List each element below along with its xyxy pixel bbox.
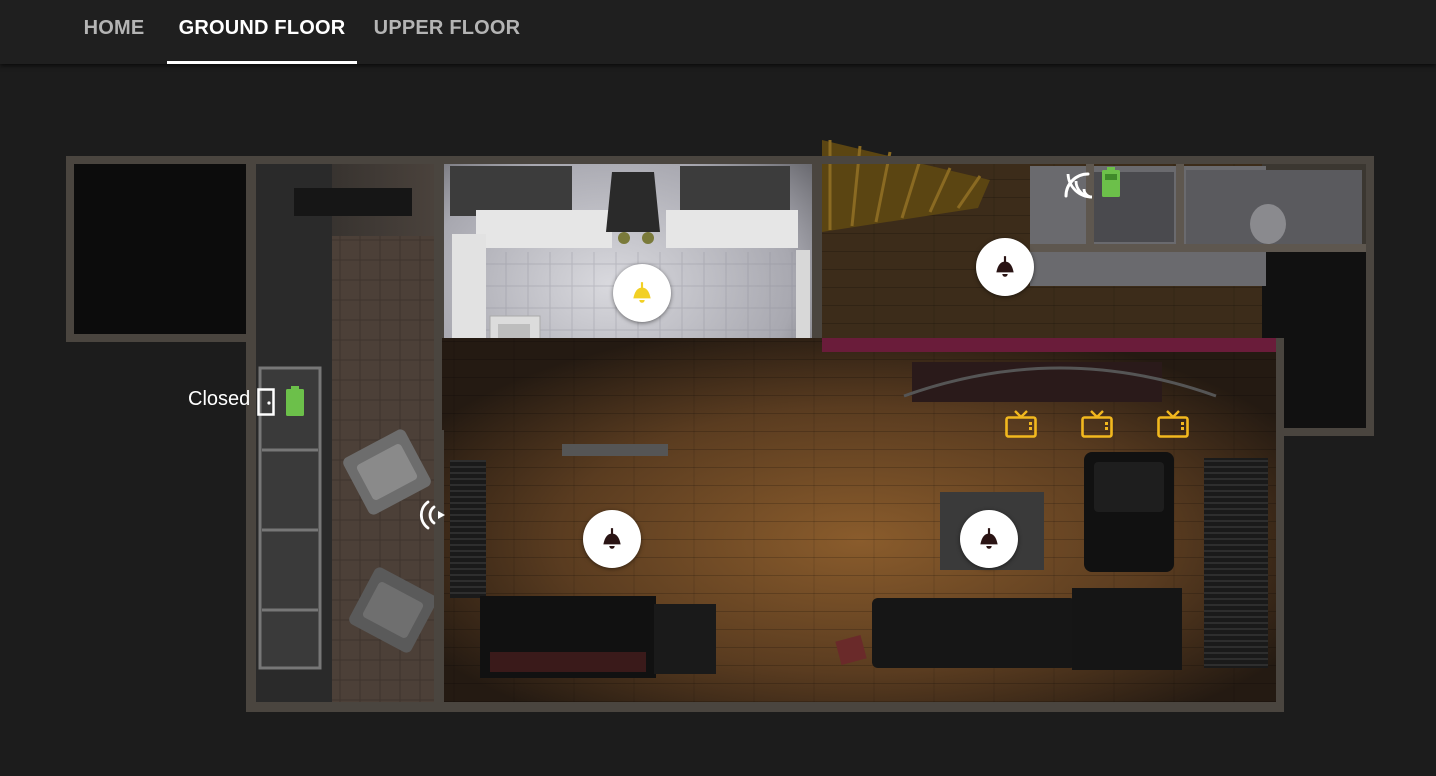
tab-ground-floor[interactable]: GROUND FLOOR [167, 0, 357, 64]
wifi-signal-icon[interactable] [1062, 168, 1094, 205]
door-closed-icon[interactable] [257, 388, 275, 416]
hallway-light-button[interactable] [976, 238, 1034, 296]
top-tab-bar: HOME GROUND FLOOR UPPER FLOOR [0, 0, 1436, 64]
battery-full-icon [286, 386, 304, 416]
tv-icon[interactable] [1005, 410, 1037, 438]
entrance-door-state[interactable]: Closed [188, 388, 250, 411]
dining-light-button[interactable] [583, 510, 641, 568]
tv-icon[interactable] [1157, 410, 1189, 438]
sensor-battery-icon [1102, 167, 1120, 197]
wifi-signal-icon[interactable] [418, 498, 448, 537]
tv-icon[interactable] [1081, 410, 1113, 438]
ceiling-light-icon [980, 528, 998, 549]
tab-home[interactable]: HOME [66, 0, 162, 64]
living-light-button[interactable] [960, 510, 1018, 568]
kitchen-light-button[interactable] [613, 264, 671, 322]
ceiling-light-icon [996, 256, 1014, 277]
tab-upper-floor[interactable]: UPPER FLOOR [362, 0, 532, 64]
ceiling-light-icon [603, 528, 621, 549]
ceiling-light-icon [633, 282, 651, 303]
floorplan: Closed [0, 0, 1436, 776]
